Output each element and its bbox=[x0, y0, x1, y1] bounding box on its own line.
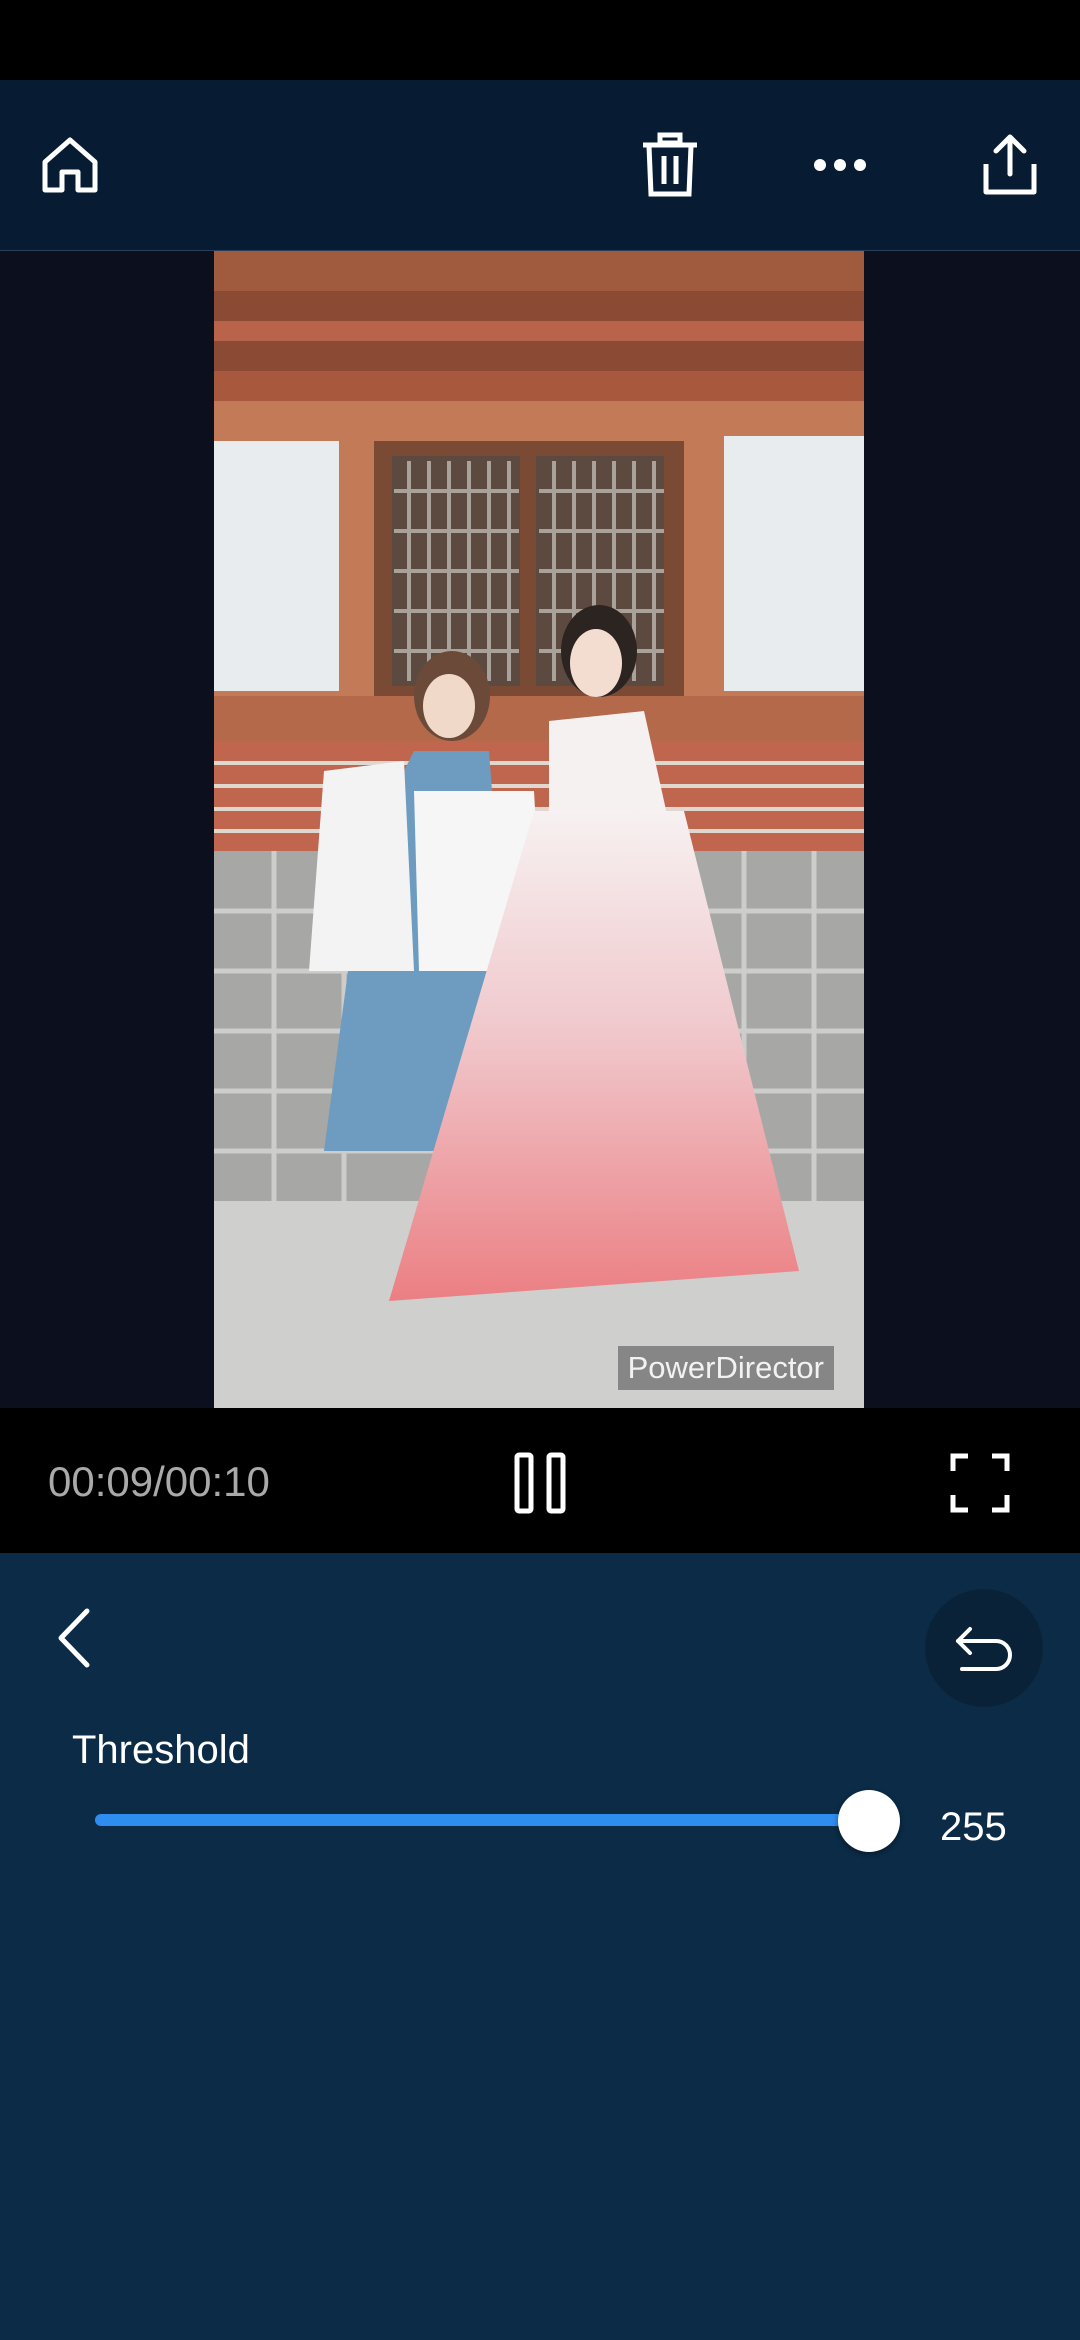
playback-time: 00:09/00:10 bbox=[48, 1458, 270, 1505]
fullscreen-button[interactable] bbox=[940, 1443, 1020, 1523]
status-bar bbox=[0, 0, 1080, 80]
more-button[interactable] bbox=[800, 125, 880, 205]
back-button[interactable] bbox=[40, 1598, 110, 1678]
effect-settings-panel: Threshold 255 bbox=[0, 1553, 1080, 2340]
pause-button[interactable] bbox=[500, 1443, 580, 1523]
watermark-label: PowerDirector bbox=[617, 1346, 834, 1390]
video-preview[interactable]: PowerDirector bbox=[214, 251, 864, 1408]
slider-thumb[interactable] bbox=[838, 1790, 900, 1852]
home-button[interactable] bbox=[30, 125, 110, 205]
more-horizontal-icon bbox=[814, 159, 866, 171]
video-frame-image bbox=[214, 251, 864, 1408]
top-toolbar bbox=[0, 80, 1080, 251]
fullscreen-icon bbox=[950, 1453, 1010, 1513]
player-controls: 00:09/00:10 bbox=[0, 1408, 1080, 1553]
undo-icon bbox=[956, 1627, 1012, 1671]
share-button[interactable] bbox=[970, 125, 1050, 205]
home-icon bbox=[42, 137, 98, 193]
pause-icon bbox=[514, 1452, 566, 1514]
trash-icon bbox=[643, 132, 697, 197]
delete-button[interactable] bbox=[630, 125, 710, 205]
threshold-slider[interactable] bbox=[95, 1790, 900, 1852]
threshold-label: Threshold bbox=[72, 1728, 250, 1772]
undo-button[interactable] bbox=[925, 1589, 1043, 1707]
share-upload-icon bbox=[983, 134, 1037, 195]
slider-fill bbox=[95, 1814, 869, 1826]
chevron-left-icon bbox=[58, 1608, 90, 1668]
preview-area: PowerDirector bbox=[0, 251, 1080, 1408]
threshold-value: 255 bbox=[940, 1805, 1007, 1849]
